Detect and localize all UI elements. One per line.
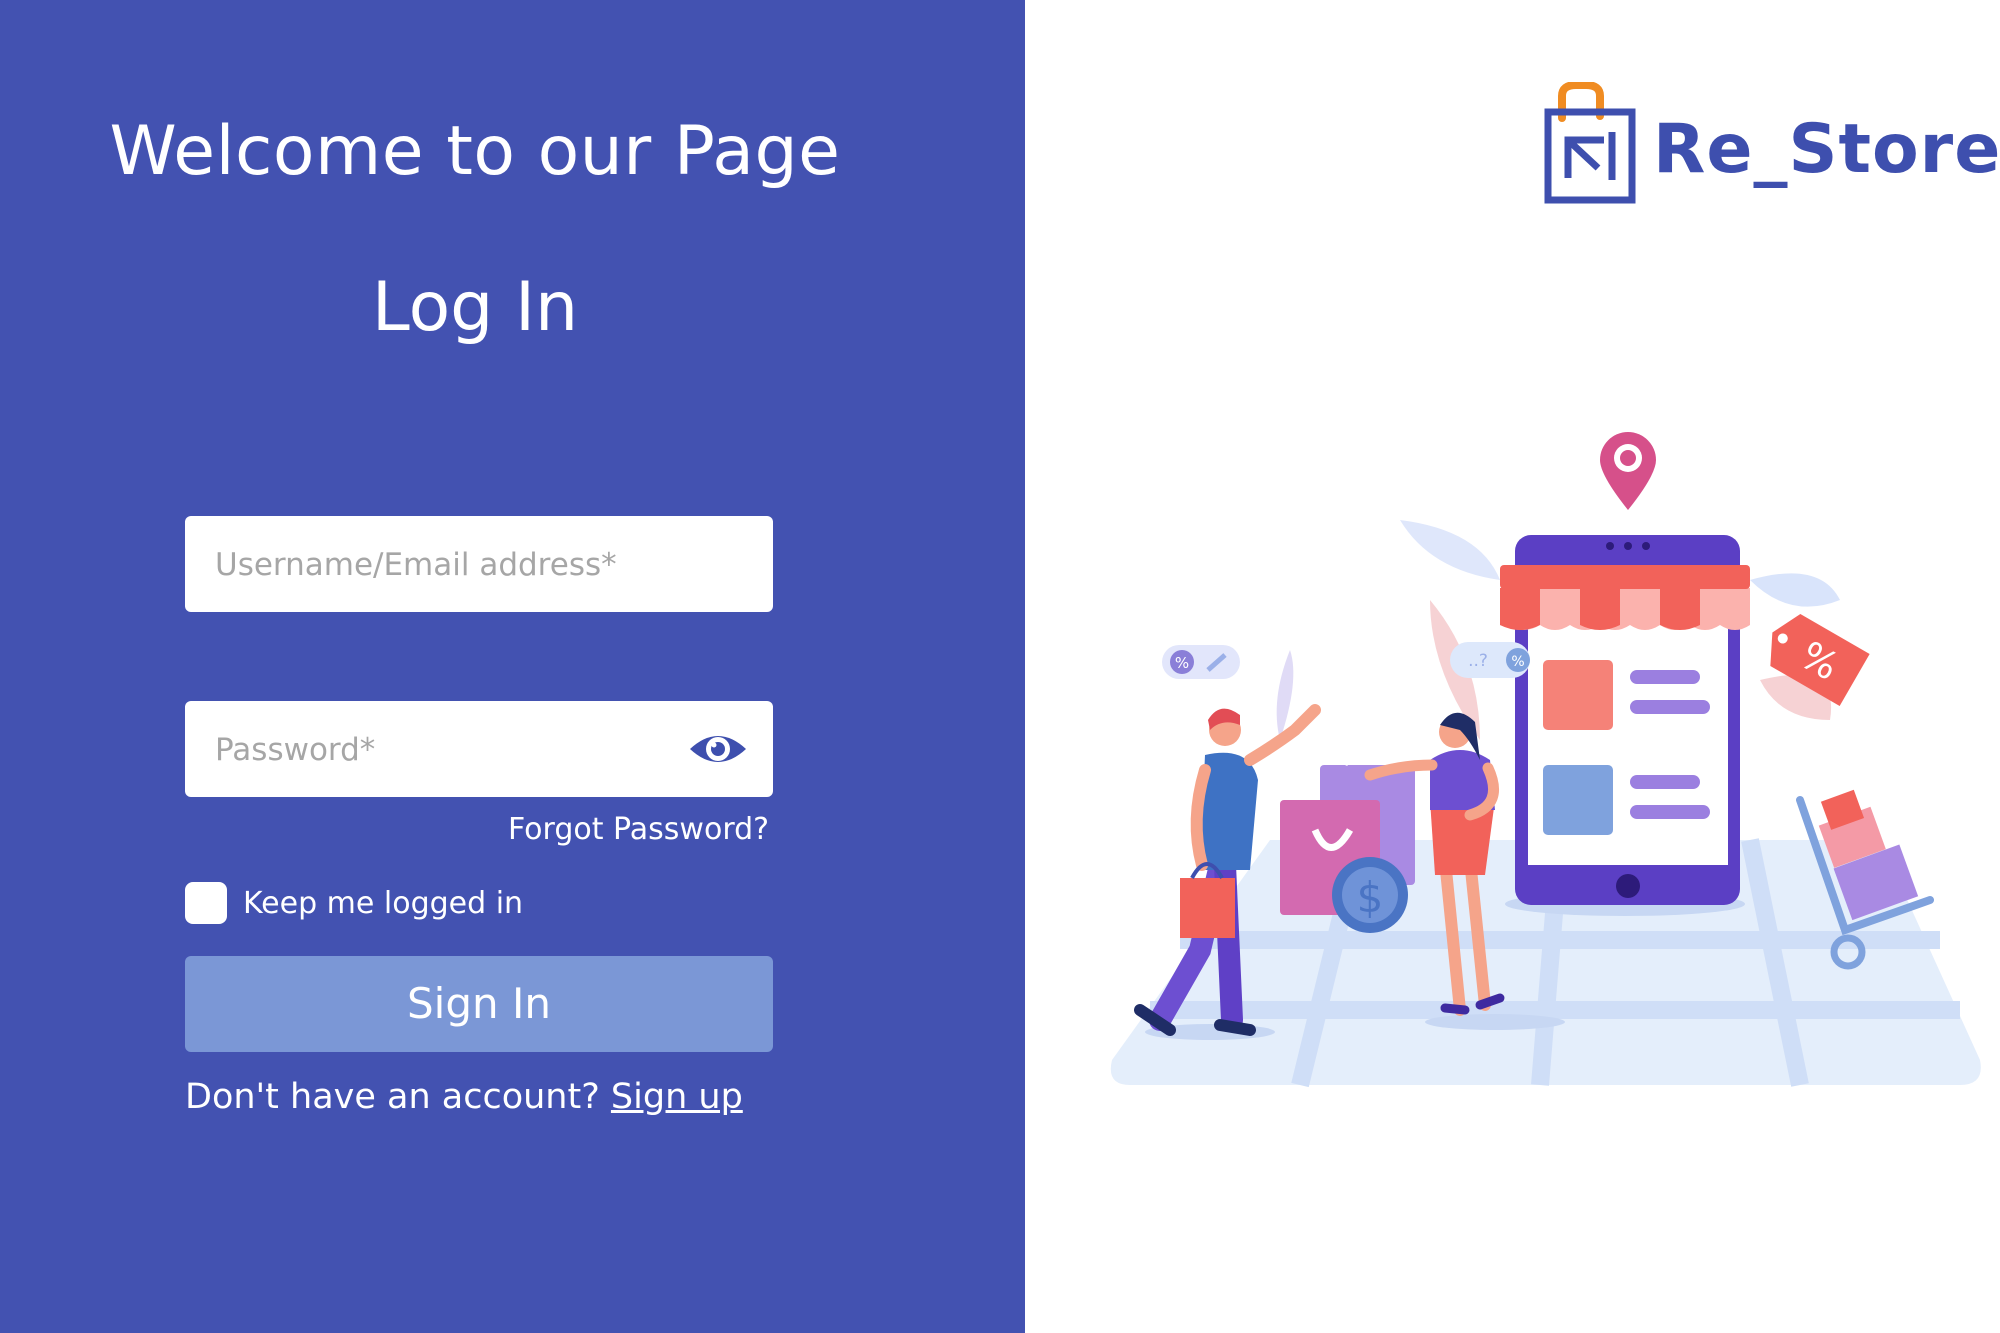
signup-prompt-text: Don't have an account? (185, 1077, 611, 1117)
keep-logged-in-checkbox[interactable] (185, 882, 227, 924)
sign-in-button[interactable]: Sign In (185, 956, 773, 1052)
username-input[interactable] (213, 516, 697, 614)
welcome-heading: Welcome to our Page (109, 112, 841, 191)
svg-text:$: $ (1357, 873, 1384, 922)
eye-icon (690, 736, 746, 762)
svg-text:%: % (1175, 654, 1189, 672)
signup-prompt: Don't have an account? Sign up (185, 1077, 743, 1117)
location-pin-icon (1600, 432, 1656, 510)
sign-up-link[interactable]: Sign up (611, 1077, 743, 1117)
shopping-illustration: % $ % ..? % (1110, 432, 1981, 1088)
password-input[interactable] (213, 701, 697, 799)
page-title: Log In (371, 268, 579, 347)
keep-logged-in-label[interactable]: Keep me logged in (243, 886, 523, 921)
password-field (185, 701, 773, 799)
forgot-password-link[interactable]: Forgot Password? (508, 812, 769, 847)
dollar-coin-icon: $ (1332, 857, 1408, 933)
username-field (185, 516, 773, 614)
speech-bubble-left: % (1162, 645, 1240, 679)
svg-text:%: % (1511, 654, 1524, 670)
login-panel: Welcome to our Page Log In Forgot Passwo… (0, 0, 1025, 1333)
speech-bubble-right: ..? % (1450, 642, 1530, 678)
shopping-bag-icon (1544, 82, 1636, 204)
svg-text:..?: ..? (1468, 651, 1488, 671)
brand-name: Re_Store (1653, 110, 2000, 189)
show-password-button[interactable] (687, 721, 749, 777)
brand-logo: Re_Store (1540, 82, 2000, 212)
